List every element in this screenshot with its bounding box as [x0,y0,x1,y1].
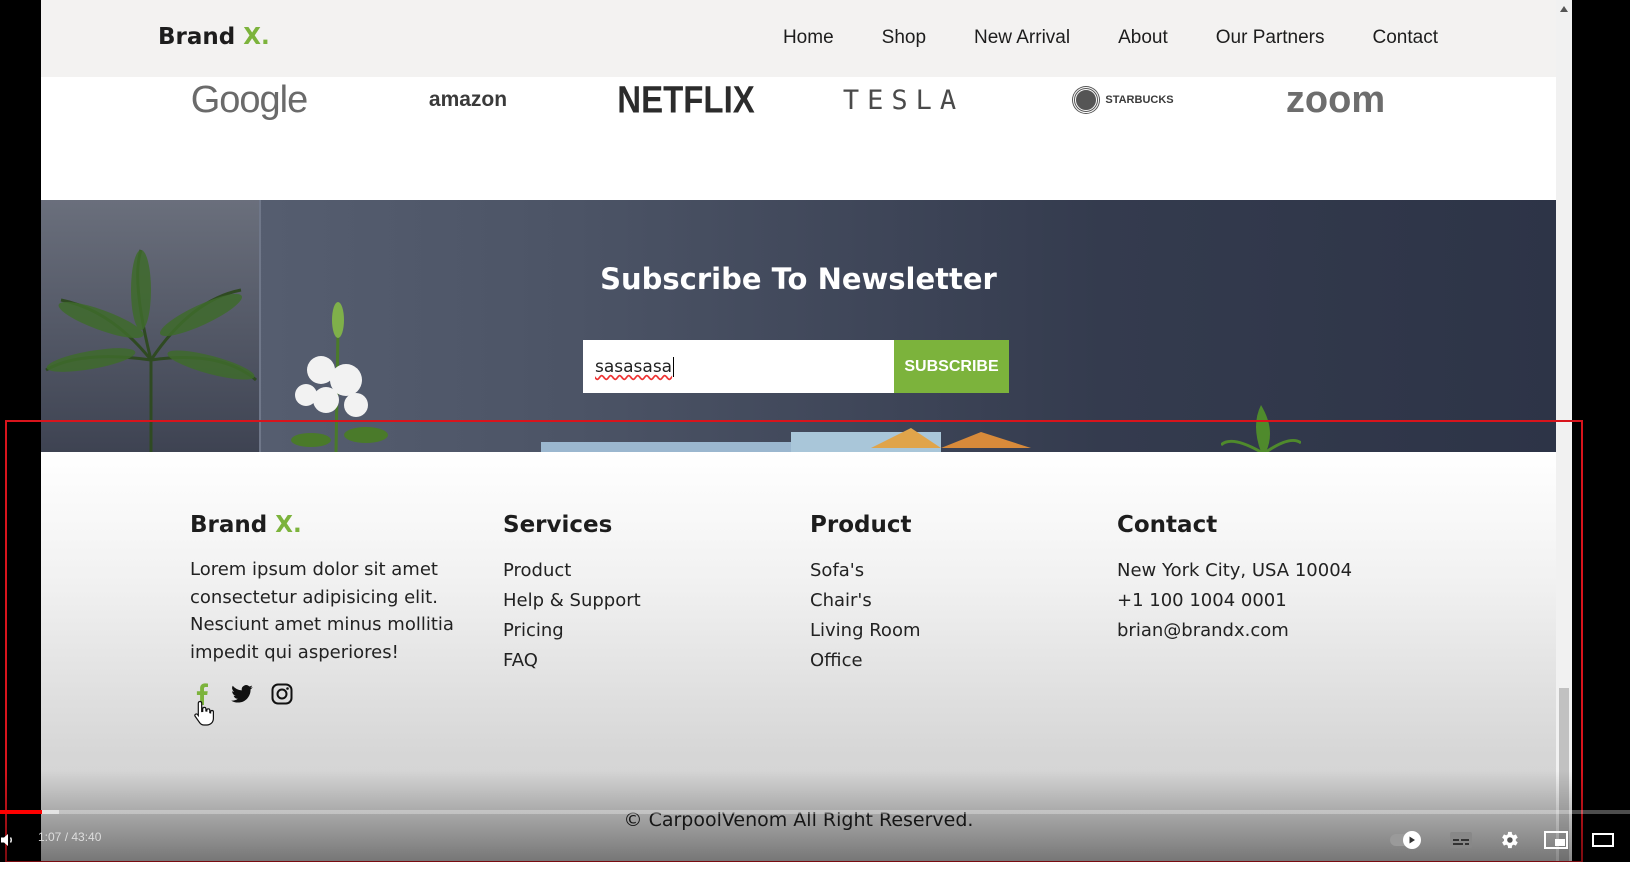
starbucks-wordmark: STARBUCKS [1105,94,1174,106]
footer-contact-column: Contact New York City, USA 10004 +1 100 … [1117,512,1352,646]
starbucks-seal-icon [1073,87,1100,113]
footer-link-chairs[interactable]: Chair's [810,586,921,616]
miniplayer-icon[interactable] [1541,820,1571,860]
text-caret [673,356,675,377]
played-bar [0,810,43,814]
footer-link-product[interactable]: Product [503,556,641,586]
video-frame: Brand X. Home Shop New Arrival About Our… [0,0,1630,886]
netflix-logo: NETFLIX [617,78,755,121]
footer-services-column: Services Product Help & Support Pricing … [503,512,641,676]
below-video-strip [0,862,1630,886]
zoom-logo: zoom [1285,78,1386,121]
hand-cursor-icon [194,700,214,726]
page-scrollbar[interactable] [1556,0,1572,886]
webpage: Brand X. Home Shop New Arrival About Our… [41,0,1572,886]
contact-email[interactable]: brian@brandx.com [1117,616,1352,646]
newsletter-title: Subscribe To Newsletter [600,262,997,296]
autoplay-toggle[interactable] [1388,820,1426,860]
nav-menu: Home Shop New Arrival About Our Partners… [783,27,1438,49]
footer-description: Lorem ipsum dolor sit amet consectetur a… [190,559,454,663]
tesla-logo: TESLA [842,84,965,116]
logo-accent: X. [243,24,270,50]
footer-link-office[interactable]: Office [810,646,921,676]
footer-brand-column: Brand X. Lorem ipsum dolor sit amet cons… [190,512,460,706]
twitter-icon[interactable] [230,682,254,706]
nav-item-contact[interactable]: Contact [1373,27,1438,49]
newsletter-email-input[interactable]: sasasasa [583,340,894,393]
google-logo: Google [190,78,309,121]
footer-link-faq[interactable]: FAQ [503,646,641,676]
footer-product-column: Product Sofa's Chair's Living Room Offic… [810,512,921,676]
lily-plant-illustration [291,302,388,452]
logo-brand: Brand [158,24,236,50]
settings-gear-icon[interactable] [1494,820,1524,860]
navbar: Brand X. Home Shop New Arrival About Our… [41,0,1556,77]
subscribe-button[interactable]: SUBSCRIBE [894,340,1009,393]
newsletter-form: sasasasa SUBSCRIBE [583,340,1009,393]
contact-phone: +1 100 1004 0001 [1117,590,1287,611]
partner-logos: Google amazon NETFLIX TESLA STARBUCKS zo… [41,77,1556,200]
newsletter-section: Subscribe To Newsletter sasasasa SUBSCRI… [41,200,1556,452]
footer-link-living-room[interactable]: Living Room [810,616,921,646]
nav-item-new-arrival[interactable]: New Arrival [974,27,1070,49]
amazon-logo: amazon [428,88,508,111]
nav-item-our-partners[interactable]: Our Partners [1216,27,1325,49]
nav-item-about[interactable]: About [1118,27,1168,49]
sofa-illustration [541,428,1031,452]
player-controls: 1:07 / 43:40 [0,820,1630,860]
footer-brand-name: Brand [190,512,268,538]
volume-icon[interactable] [0,820,16,860]
social-links [190,682,460,706]
site-logo[interactable]: Brand X. [158,24,270,50]
video-progress-bar[interactable] [0,810,1630,814]
nav-item-home[interactable]: Home [783,27,834,49]
video-time: 1:07 / 43:40 [38,830,102,844]
footer-services-title: Services [503,512,613,538]
subtitles-icon[interactable] [1446,820,1476,860]
footer-link-sofas[interactable]: Sofa's [810,556,921,586]
nav-item-shop[interactable]: Shop [882,27,926,49]
email-input-value: sasasasa [595,356,673,377]
footer-contact-title: Contact [1117,512,1218,538]
footer-brand-accent: X. [275,512,302,538]
starbucks-logo: STARBUCKS [1066,77,1181,123]
footer-link-help-support[interactable]: Help & Support [503,586,641,616]
footer-product-title: Product [810,512,912,538]
theater-mode-icon[interactable] [1588,820,1618,860]
footer-brand: Brand X. [190,512,460,538]
scroll-up-arrow-icon[interactable] [1560,6,1568,12]
contact-address: New York City, USA 10004 [1117,560,1353,581]
instagram-icon[interactable] [270,682,294,706]
footer-link-pricing[interactable]: Pricing [503,616,641,646]
corner-plant-illustration [1221,405,1301,452]
